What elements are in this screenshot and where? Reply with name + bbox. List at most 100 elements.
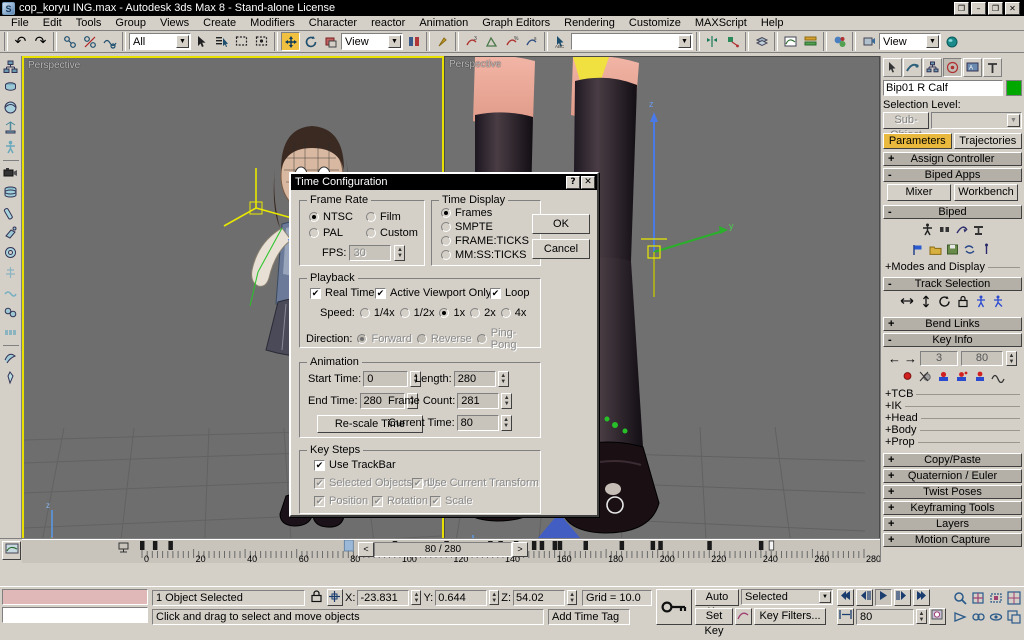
auto-key-button[interactable]: Auto Key [695, 589, 739, 618]
radio-mmss-ticks[interactable]: MM:SS:TICKS [441, 249, 527, 261]
menu-rendering[interactable]: Rendering [557, 16, 622, 30]
rectangular-selection-region-icon[interactable] [232, 32, 251, 51]
motion-flow-mode-icon[interactable] [955, 223, 968, 239]
menu-maxscript[interactable]: MAXScript [688, 16, 754, 30]
dialog-help-button[interactable]: ? [566, 175, 580, 189]
current-time-field[interactable]: 80 [456, 415, 499, 431]
menu-animation[interactable]: Animation [412, 16, 475, 30]
utilities-tab-icon[interactable] [983, 58, 1002, 77]
cancel-button[interactable]: Cancel [532, 239, 590, 259]
radio-frame-ticks[interactable]: FRAME:TICKS [441, 235, 529, 247]
chevron-down-icon[interactable]: ▼ [176, 35, 189, 48]
spray-icon[interactable] [1, 223, 20, 242]
key-info-tcb[interactable]: +TCB [883, 388, 1022, 400]
key-filters-button[interactable]: Key Filters... [754, 608, 826, 625]
time-slider[interactable]: < 80 / 280 > [358, 542, 528, 557]
frame-count-spinner[interactable]: ▲ ▼ [501, 393, 513, 409]
radio-speed-half[interactable]: 1/2x [399, 307, 434, 319]
rollout-track-selection[interactable]: - Track Selection [883, 277, 1022, 291]
material-editor-icon[interactable] [830, 32, 849, 51]
figure-mode-icon[interactable] [921, 223, 934, 239]
mixer-mode-icon[interactable] [972, 223, 985, 239]
previous-frame-button[interactable] [856, 589, 873, 606]
window-crossing-icon[interactable] [252, 32, 271, 51]
chevron-down-icon[interactable]: ▼ [926, 35, 939, 48]
chevron-down-icon[interactable]: ▼ [1007, 114, 1020, 127]
key-info-head[interactable]: +Head [883, 412, 1022, 424]
undo-button[interactable]: ↶ [11, 32, 30, 51]
goto-end-button[interactable] [913, 589, 930, 606]
time-slider-value[interactable]: 80 / 280 [374, 542, 512, 557]
disc-icon[interactable] [1, 183, 20, 202]
rollout-assign-controller[interactable]: + Assign Controller [883, 152, 1022, 166]
maxscript-input-line[interactable] [2, 607, 148, 623]
ok-button[interactable]: OK [532, 214, 590, 234]
checkbox-use-trackbar[interactable]: ✔ Use TrackBar [314, 459, 396, 471]
key-info-body[interactable]: +Body [883, 424, 1022, 436]
close-button[interactable]: ✕ [1005, 1, 1020, 15]
key-info-ik[interactable]: +IK [883, 400, 1022, 412]
dialog-close-button[interactable]: ✕ [581, 175, 595, 189]
move-all-mode-icon[interactable] [980, 243, 993, 259]
radio-ntsc[interactable]: NTSC [309, 211, 353, 223]
fps-field[interactable]: 30 [349, 245, 392, 261]
rollout-twist-poses[interactable]: + Twist Poses [883, 485, 1022, 499]
menu-reactor[interactable]: reactor [364, 16, 412, 30]
menu-file[interactable]: File [4, 16, 36, 30]
dynamics-icon[interactable] [1, 303, 20, 322]
tab-trajectories[interactable]: Trajectories [953, 133, 1022, 149]
menu-customize[interactable]: Customize [622, 16, 688, 30]
percent-snap-toggle-icon[interactable]: % [502, 32, 521, 51]
next-frame-button[interactable] [894, 589, 911, 606]
checkbox-rotation[interactable]: ✔ Rotation [372, 495, 428, 507]
sub-object-button[interactable]: Sub-Object [883, 112, 929, 141]
unlink-selection-icon[interactable] [80, 32, 99, 51]
current-frame-field[interactable]: 80 [856, 608, 914, 625]
play-animation-button[interactable] [875, 589, 892, 606]
helpers-icon[interactable] [1, 78, 20, 97]
quick-render-icon[interactable] [942, 32, 961, 51]
space-warps-icon[interactable] [1, 98, 20, 117]
curve-editor-icon[interactable] [781, 32, 800, 51]
render-viewport-combo[interactable]: View ▼ [879, 33, 941, 50]
radio-speed-quarter[interactable]: 1/4x [359, 307, 395, 319]
next-key-icon[interactable]: → [904, 351, 917, 366]
current-frame-spinner[interactable]: ▲ ▼ [916, 609, 927, 624]
systems-icon[interactable] [1, 118, 20, 137]
pan-icon[interactable] [969, 608, 986, 625]
rollout-keyframing-tools[interactable]: + Keyframing Tools [883, 501, 1022, 515]
selection-filter-combo[interactable]: All ▼ [129, 33, 191, 50]
goto-start-button[interactable] [837, 589, 854, 606]
radio-direction-forward[interactable]: Forward [357, 333, 412, 345]
menu-character[interactable]: Character [302, 16, 364, 30]
mixer-button[interactable]: Mixer [887, 184, 951, 201]
sub-object-combo[interactable]: ▼ [931, 112, 1022, 129]
key-time-spinner[interactable]: ▲ ▼ [1006, 351, 1017, 366]
gear-icon[interactable] [1, 243, 20, 262]
key-time-field[interactable]: 80 [961, 351, 1003, 366]
zoom-all-icon[interactable] [969, 589, 986, 606]
select-and-link-icon[interactable] [60, 32, 79, 51]
render-scene-dialog-icon[interactable] [859, 32, 878, 51]
angle-snap-toggle-icon[interactable] [482, 32, 501, 51]
fps-spinner[interactable]: ▲ ▼ [394, 245, 406, 261]
create-tab-icon[interactable] [883, 58, 902, 77]
time-configuration-dialog[interactable]: Time Configuration ? ✕ Frame Rate NTSC F… [289, 172, 599, 517]
minimize-button[interactable]: – [971, 1, 986, 15]
eraser-icon[interactable] [1, 203, 20, 222]
rollout-biped-apps[interactable]: - Biped Apps [883, 168, 1022, 182]
current-time-spinner[interactable]: ▲ ▼ [500, 415, 512, 431]
rollout-copy-paste[interactable]: + Copy/Paste [883, 453, 1022, 467]
redo-button[interactable]: ↷ [31, 32, 50, 51]
set-free-key-icon[interactable] [973, 370, 986, 386]
x-coordinate-field[interactable]: -23.831 [357, 589, 410, 606]
selection-lock-toggle-icon[interactable] [307, 589, 325, 606]
radio-speed-2x[interactable]: 2x [470, 307, 496, 319]
named-selection-sets-combo[interactable]: ▼ [571, 33, 693, 50]
display-tab-icon[interactable]: A [963, 58, 982, 77]
menu-help[interactable]: Help [754, 16, 791, 30]
time-slider-prev-button[interactable]: < [358, 542, 374, 557]
set-key-icon[interactable] [901, 370, 914, 386]
select-by-name-icon[interactable] [212, 32, 231, 51]
rollout-layers[interactable]: + Layers [883, 517, 1022, 531]
